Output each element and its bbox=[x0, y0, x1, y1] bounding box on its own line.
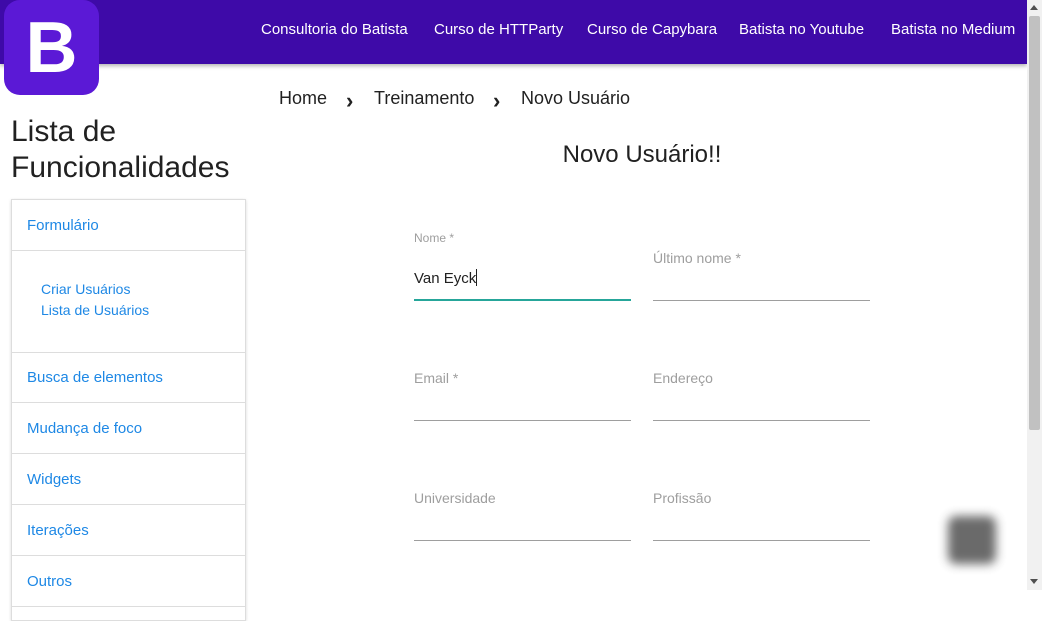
page-scrollbar[interactable] bbox=[1027, 0, 1042, 590]
nav-link-youtube[interactable]: Batista no Youtube bbox=[739, 21, 864, 38]
page-title: Novo Usuário!! bbox=[562, 141, 722, 168]
breadcrumb-chevron-icon: › bbox=[493, 88, 501, 113]
logo[interactable]: B bbox=[4, 0, 99, 95]
sidebar-submenu: Criar Usuários Lista de Usuários bbox=[12, 251, 245, 353]
sidebar-subitem-criar-usuarios[interactable]: Criar Usuários bbox=[41, 281, 130, 297]
ultimo-nome-label: Último nome * bbox=[653, 250, 741, 266]
email-field[interactable]: Email * bbox=[414, 351, 631, 421]
sidebar-subitem-lista-usuarios[interactable]: Lista de Usuários bbox=[41, 302, 149, 318]
top-navbar: Consultoria do Batista Curso de HTTParty… bbox=[0, 0, 1027, 64]
endereco-field[interactable]: Endereço bbox=[653, 351, 870, 421]
text-caret bbox=[476, 269, 478, 286]
nome-input[interactable]: Van Eyck bbox=[414, 269, 478, 287]
email-label: Email * bbox=[414, 370, 459, 386]
sidebar-item-outros[interactable]: Outros bbox=[12, 556, 245, 607]
ultimo-nome-field[interactable]: Último nome * bbox=[653, 231, 870, 301]
profissao-underline bbox=[653, 540, 870, 541]
universidade-field[interactable]: Universidade bbox=[414, 471, 631, 541]
sidebar-item-formulario[interactable]: Formulário bbox=[12, 200, 245, 251]
breadcrumb-treinamento[interactable]: Treinamento bbox=[374, 88, 474, 109]
breadcrumb-chevron-icon: › bbox=[346, 88, 354, 113]
sidebar-menu: Formulário Criar Usuários Lista de Usuár… bbox=[11, 199, 246, 621]
nav-link-httparty[interactable]: Curso de HTTParty bbox=[434, 21, 563, 38]
nome-underline bbox=[414, 299, 631, 301]
floating-action-button[interactable] bbox=[948, 516, 996, 564]
nome-field[interactable]: Nome * Van Eyck bbox=[414, 231, 631, 301]
sidebar-item-widgets[interactable]: Widgets bbox=[12, 454, 245, 505]
profissao-label: Profissão bbox=[653, 490, 712, 506]
nav-link-capybara[interactable]: Curso de Capybara bbox=[587, 21, 717, 38]
ultimo-nome-underline bbox=[653, 300, 870, 301]
breadcrumb-home[interactable]: Home bbox=[279, 88, 327, 109]
nome-label: Nome * bbox=[414, 231, 455, 245]
scroll-down-arrow-icon[interactable] bbox=[1030, 579, 1038, 584]
scroll-up-arrow-icon[interactable] bbox=[1030, 5, 1038, 10]
sidebar-item-busca[interactable]: Busca de elementos bbox=[12, 352, 245, 403]
nav-link-consultoria[interactable]: Consultoria do Batista bbox=[261, 21, 408, 38]
sidebar-title: Lista de Funcionalidades bbox=[11, 115, 230, 184]
universidade-underline bbox=[414, 540, 631, 541]
scrollbar-thumb[interactable] bbox=[1029, 16, 1040, 430]
sidebar-item-mudanca-foco[interactable]: Mudança de foco bbox=[12, 403, 245, 454]
nome-value: Van Eyck bbox=[414, 270, 477, 287]
universidade-label: Universidade bbox=[414, 490, 496, 506]
endereco-label: Endereço bbox=[653, 370, 713, 386]
logo-letter: B bbox=[25, 7, 78, 88]
sidebar-item-iteracoes[interactable]: Iterações bbox=[12, 505, 245, 556]
breadcrumb-novo-usuario: Novo Usuário bbox=[521, 88, 631, 108]
nav-link-medium[interactable]: Batista no Medium bbox=[891, 21, 1015, 38]
profissao-field[interactable]: Profissão bbox=[653, 471, 870, 541]
endereco-underline bbox=[653, 420, 870, 421]
email-underline bbox=[414, 420, 631, 421]
